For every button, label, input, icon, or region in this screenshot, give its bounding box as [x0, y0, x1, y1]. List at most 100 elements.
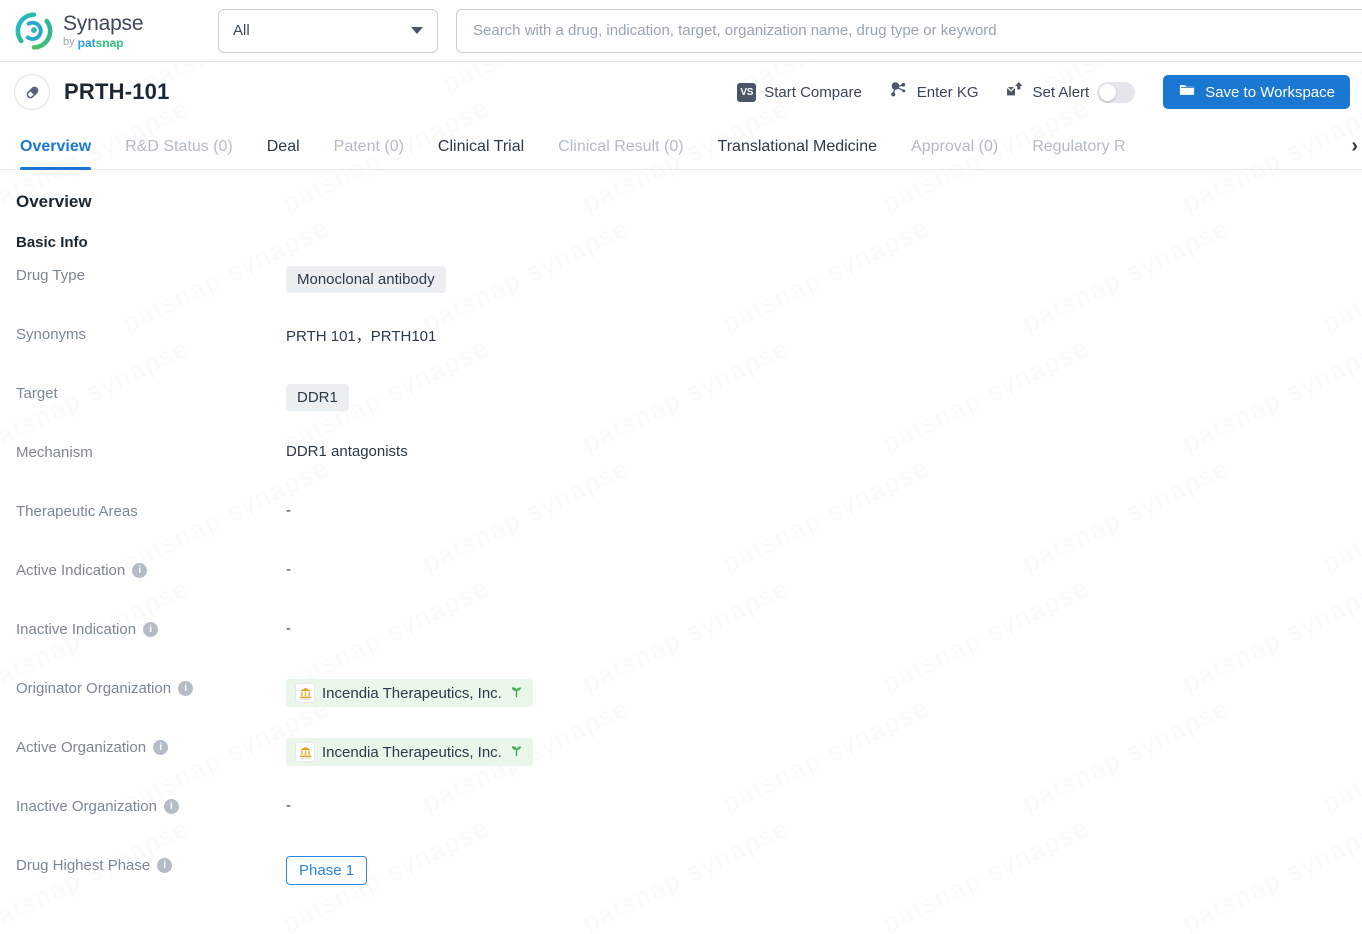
organization-tag[interactable]: Incendia Therapeutics, Inc. [286, 738, 533, 766]
row-label-mechanism: Mechanism [16, 438, 286, 461]
enter-kg-button[interactable]: Enter KG [888, 79, 979, 105]
row-label-text: Synonyms [16, 326, 87, 343]
set-alert-label: Set Alert [1032, 83, 1090, 101]
basic-info-title: Basic Info [16, 234, 88, 251]
row-label-text: Inactive Organization [16, 798, 157, 815]
info-icon[interactable]: i [153, 740, 169, 755]
info-row: Inactive Organization i - [16, 792, 1362, 851]
row-value-inactive-organization: - [286, 792, 291, 814]
info-icon[interactable]: i [178, 681, 194, 696]
row-label-text: Inactive Indication [16, 621, 137, 638]
value-text: PRTH 101，PRTH101 [286, 328, 437, 345]
enter-kg-label: Enter KG [916, 83, 979, 101]
brand-tagline: by patsnap [63, 37, 143, 49]
phase-badge[interactable]: Phase 1 [286, 856, 368, 885]
alert-envelope-icon [1005, 80, 1025, 105]
search-scope-select[interactable]: All [218, 8, 438, 53]
sprout-icon [509, 684, 524, 703]
tab-clinical-result-0[interactable]: Clinical Result (0) [558, 138, 683, 169]
info-row: Synonyms PRTH 101，PRTH101 [16, 320, 1362, 379]
tab-overview[interactable]: Overview [20, 138, 92, 170]
brand-snap: snap [95, 35, 124, 50]
row-label-synonyms: Synonyms [16, 320, 286, 343]
row-label-text: Active Organization [16, 739, 147, 756]
tab-r-d-status-0[interactable]: R&D Status (0) [125, 138, 233, 169]
tab-regulatory-r[interactable]: Regulatory R [1032, 138, 1125, 169]
global-search-box[interactable] [456, 8, 1362, 53]
knowledge-graph-icon [888, 79, 909, 105]
info-row: Active Indication i - [16, 556, 1362, 615]
tab-translational-medicine[interactable]: Translational Medicine [718, 138, 877, 169]
info-row: Drug Type Monoclonal antibody [16, 261, 1362, 320]
value-tag[interactable]: Monoclonal antibody [286, 266, 446, 293]
sprout-icon [509, 743, 524, 762]
info-row: Target DDR1 [16, 379, 1362, 438]
row-label-active-organization: Active Organization i [16, 733, 286, 756]
value-text: - [286, 502, 291, 519]
row-label-inactive-indication: Inactive Indication i [16, 615, 286, 638]
drug-header-bar: PRTH-101 VS Start Compare Enter KG Set A… [0, 62, 1362, 122]
info-row: Inactive Indication i - [16, 615, 1362, 674]
toggle-knob [1099, 83, 1117, 101]
info-row: Drug Highest Phase i Phase 1 [16, 851, 1362, 910]
row-value-originator-organization: Incendia Therapeutics, Inc. [286, 674, 533, 707]
synapse-logo-icon [14, 11, 54, 51]
organization-tag[interactable]: Incendia Therapeutics, Inc. [286, 679, 533, 707]
page-title: PRTH-101 [64, 79, 170, 104]
info-row: Originator Organization i Incendia Therape… [16, 674, 1362, 733]
brand-pat: pat [77, 35, 96, 50]
row-label-text: Target [16, 385, 58, 402]
info-icon[interactable]: i [157, 858, 173, 873]
row-label-text: Active Indication [16, 562, 126, 579]
info-icon[interactable]: i [132, 563, 148, 578]
info-icon[interactable]: i [163, 799, 179, 814]
value-text: - [286, 561, 291, 578]
row-value-mechanism: DDR1 antagonists [286, 438, 408, 460]
save-to-workspace-label: Save to Workspace [1205, 83, 1335, 101]
header-actions: VS Start Compare Enter KG Set Alert Save… [737, 75, 1350, 109]
organization-name: Incendia Therapeutics, Inc. [322, 743, 502, 761]
app-page: patsnap synapse patsnap synapse patsnap sy… [0, 0, 1362, 934]
info-row: Therapeutic Areas - [16, 497, 1362, 556]
vs-icon: VS [737, 82, 757, 102]
search-input[interactable] [471, 21, 1362, 40]
row-value-active-organization: Incendia Therapeutics, Inc. [286, 733, 533, 766]
tab-clinical-trial[interactable]: Clinical Trial [438, 138, 524, 169]
brand-by: by [63, 36, 75, 48]
organization-name: Incendia Therapeutics, Inc. [322, 684, 502, 702]
row-label-text: Therapeutic Areas [16, 503, 138, 520]
row-value-active-indication: - [286, 556, 291, 578]
info-row: Active Organization i Incendia Therapeutic… [16, 733, 1362, 792]
set-alert-control[interactable]: Set Alert [1005, 80, 1136, 105]
row-label-target: Target [16, 379, 286, 402]
chevron-down-icon [411, 27, 423, 34]
row-label-text: Drug Type [16, 267, 85, 284]
value-text: - [286, 797, 291, 814]
row-label-text: Originator Organization [16, 680, 172, 697]
value-tag[interactable]: DDR1 [286, 384, 349, 411]
search-scope-value: All [233, 22, 250, 39]
row-value-drug-highest-phase: Phase 1 [286, 851, 368, 885]
row-value-synonyms: PRTH 101，PRTH101 [286, 320, 436, 346]
detail-tabs: Overview R&D Status (0) Deal Patent (0) Clin… [0, 122, 1362, 170]
tab-approval-0[interactable]: Approval (0) [911, 138, 998, 169]
row-label-active-indication: Active Indication i [16, 556, 286, 579]
set-alert-toggle[interactable] [1097, 81, 1136, 103]
brand-logo[interactable]: Synapse by patsnap [14, 11, 194, 51]
tabs-next-arrow-icon[interactable]: › [1351, 135, 1358, 158]
row-label-therapeutic-areas: Therapeutic Areas [16, 497, 286, 520]
overview-panel: Overview Basic Info Drug Type Monoclonal … [0, 170, 1362, 910]
info-icon[interactable]: i [143, 622, 159, 637]
start-compare-button[interactable]: VS Start Compare [737, 82, 862, 102]
value-text: - [286, 620, 291, 637]
row-value-therapeutic-areas: - [286, 497, 291, 519]
drug-pill-icon [14, 74, 50, 110]
section-title: Overview [16, 192, 92, 211]
tab-deal[interactable]: Deal [267, 138, 300, 169]
row-value-drug-type: Monoclonal antibody [286, 261, 446, 293]
row-value-target: DDR1 [286, 379, 349, 411]
tab-patent-0[interactable]: Patent (0) [334, 138, 404, 169]
folder-icon [1178, 81, 1196, 103]
row-label-originator-organization: Originator Organization i [16, 674, 286, 697]
save-to-workspace-button[interactable]: Save to Workspace [1163, 75, 1350, 109]
